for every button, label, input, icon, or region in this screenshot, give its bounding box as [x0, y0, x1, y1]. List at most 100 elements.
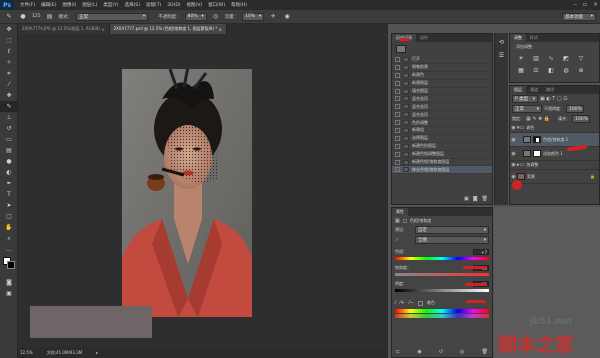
targeted-adjust-icon[interactable]: ☞	[395, 237, 399, 243]
color-swatches[interactable]	[0, 255, 17, 277]
history-checkbox[interactable]	[395, 112, 400, 118]
status-arrow-icon[interactable]: ▸	[96, 350, 98, 355]
tab-paths[interactable]: 路径	[542, 86, 558, 94]
hue-saturation-icon[interactable]: ▦	[516, 67, 526, 74]
close-icon[interactable]: ×	[593, 1, 598, 8]
history-checkbox[interactable]	[395, 56, 400, 62]
levels-icon[interactable]: ▥	[531, 55, 541, 62]
layer-group-toning[interactable]: ◉ ▾▭ 调色	[510, 124, 599, 133]
history-item[interactable]: 新建色	[392, 72, 492, 80]
camera-icon[interactable]: ◙	[473, 196, 478, 202]
history-item[interactable]: 新建色阶图层	[392, 143, 492, 151]
tab-styles[interactable]: 样式	[526, 34, 542, 42]
history-checkbox[interactable]	[395, 127, 400, 133]
lock-icons[interactable]: ▦ ✎ ✥ 🔒	[526, 116, 550, 122]
history-panel-icon[interactable]: ⟲	[495, 39, 508, 46]
visibility-icon[interactable]: ◎	[460, 349, 464, 355]
move-tool-icon[interactable]: ✥	[0, 24, 18, 35]
mask-icon[interactable]: ◻	[403, 218, 407, 224]
menu-window[interactable]: 窗口(W)	[208, 2, 225, 8]
brush-tool-icon[interactable]: ✎	[0, 101, 18, 112]
doc-tab-2[interactable]: 2X0A7777.psd @ 12.5% (色相/饱和度 1, 图层蒙版/8) …	[109, 24, 227, 34]
workspace-select[interactable]: 基本功能 ▾	[562, 12, 596, 21]
history-item[interactable]: 新建组	[392, 127, 492, 135]
menu-layer[interactable]: 图层(L)	[82, 2, 97, 8]
layer-group-adjust[interactable]: ◉ ▸▭ 加调整	[510, 161, 599, 170]
hue-slider[interactable]	[395, 257, 489, 260]
healing-tool-icon[interactable]: ✚	[0, 90, 18, 101]
minimize-icon[interactable]: –	[574, 1, 577, 8]
maximize-icon[interactable]: ▫	[583, 1, 587, 8]
menu-select[interactable]: 选择(S)	[125, 2, 140, 8]
history-item[interactable]: 填充图层	[392, 88, 492, 96]
history-snapshot[interactable]	[392, 42, 492, 56]
brush-panel-icon[interactable]: ▤	[45, 12, 55, 22]
properties-panel-icon[interactable]: ☰	[495, 52, 508, 59]
history-checkbox[interactable]	[395, 64, 400, 70]
saturation-slider[interactable]	[395, 273, 489, 276]
colorize-checkbox[interactable]	[417, 300, 423, 306]
history-checkbox[interactable]	[395, 88, 400, 94]
history-brush-tool-icon[interactable]: ↺	[0, 123, 18, 134]
channel-mixer-icon[interactable]: ⊕	[576, 67, 586, 74]
history-item[interactable]: 混合选项	[392, 95, 492, 104]
history-checkbox[interactable]	[395, 151, 400, 157]
layer-filter-select[interactable]: P 类型 ▾	[512, 95, 538, 103]
black-white-icon[interactable]: ◧	[546, 67, 556, 74]
exposure-icon[interactable]: ◩	[561, 55, 571, 62]
eye-icon[interactable]: ◉	[510, 125, 517, 131]
preset-select[interactable]: 自定 ▾	[415, 226, 489, 234]
history-checkbox[interactable]	[395, 80, 400, 86]
history-checkbox[interactable]	[395, 96, 400, 102]
tab-adjustments[interactable]: 调整	[510, 34, 526, 42]
history-checkbox[interactable]	[395, 72, 400, 78]
history-checkbox[interactable]	[395, 167, 400, 173]
blend-mode-select[interactable]: 正常 ▾	[512, 105, 542, 113]
type-tool-icon[interactable]: T	[0, 189, 18, 200]
eye-icon[interactable]: ◉	[510, 174, 517, 180]
lightness-slider[interactable]	[395, 289, 489, 292]
history-item[interactable]: 打开	[392, 56, 492, 64]
quick-select-tool-icon[interactable]: ✧	[0, 57, 18, 68]
hand-tool-icon[interactable]: ✋	[0, 222, 18, 233]
eyedropper-icon[interactable]: ⁄	[395, 300, 396, 306]
flow-input[interactable]: 10% ▾	[242, 12, 265, 21]
eyedropper-tool-icon[interactable]: ⁄	[0, 79, 18, 90]
history-item[interactable]: 混合选项	[392, 111, 492, 120]
layer-selective-color[interactable]: ◉ 选取颜色 1	[510, 147, 599, 161]
menu-type[interactable]: 类型(Y)	[103, 2, 118, 8]
crop-tool-icon[interactable]: ⌗	[0, 68, 18, 79]
channel-select[interactable]: 全图 ▾	[415, 236, 489, 244]
history-item[interactable]: 选择图层	[392, 135, 492, 143]
dodge-tool-icon[interactable]: ◐	[0, 167, 18, 178]
screen-mode-icon[interactable]: ▣	[0, 288, 18, 299]
mode-select[interactable]: 正常 ▾	[76, 12, 149, 21]
clone-stamp-tool-icon[interactable]: ⊥	[0, 112, 18, 123]
history-item-selected[interactable]: 移去色相/饱和度图层	[392, 166, 492, 175]
brush-preset-icon[interactable]: ●	[18, 12, 28, 22]
photo-filter-icon[interactable]: ◍	[561, 67, 571, 74]
trash-icon[interactable]: 🗑	[482, 349, 488, 355]
close-icon[interactable]: ×	[101, 27, 104, 32]
airbrush-icon[interactable]: ✈	[268, 12, 278, 22]
doc-tab-1[interactable]: 2X0A7774.JPG @ 12.5%(图层 1, RGB/8) ×	[18, 24, 110, 34]
fill-input[interactable]: 100%	[572, 115, 591, 123]
background-color[interactable]	[7, 261, 15, 269]
eye-icon[interactable]: ◉	[510, 151, 517, 157]
history-checkbox[interactable]	[395, 143, 400, 149]
history-item[interactable]: 新建色相/饱和度图层	[392, 159, 492, 167]
pen-tool-icon[interactable]: ✒	[0, 178, 18, 189]
filter-icons[interactable]: ▣ ◐ T ▢ ⊡	[540, 96, 567, 102]
menu-3d[interactable]: 3D(D)	[167, 3, 180, 8]
history-item[interactable]: 混合选项	[392, 103, 492, 112]
eyedropper-minus-icon[interactable]: ⁄−	[409, 300, 414, 306]
pressure-size-icon[interactable]: ◉	[282, 12, 292, 22]
quick-mask-icon[interactable]: ◙	[0, 277, 18, 288]
zoom-level[interactable]: 12.5%	[20, 350, 33, 355]
history-item[interactable]: 色阶调整	[392, 119, 492, 128]
history-item[interactable]: 新建色相调整图层	[392, 151, 492, 159]
color-balance-icon[interactable]: ⚖	[531, 67, 541, 74]
lasso-tool-icon[interactable]: ℓ	[0, 46, 18, 57]
path-select-tool-icon[interactable]: ➤	[0, 200, 18, 211]
brush-tool-icon[interactable]: ✎	[4, 12, 14, 22]
